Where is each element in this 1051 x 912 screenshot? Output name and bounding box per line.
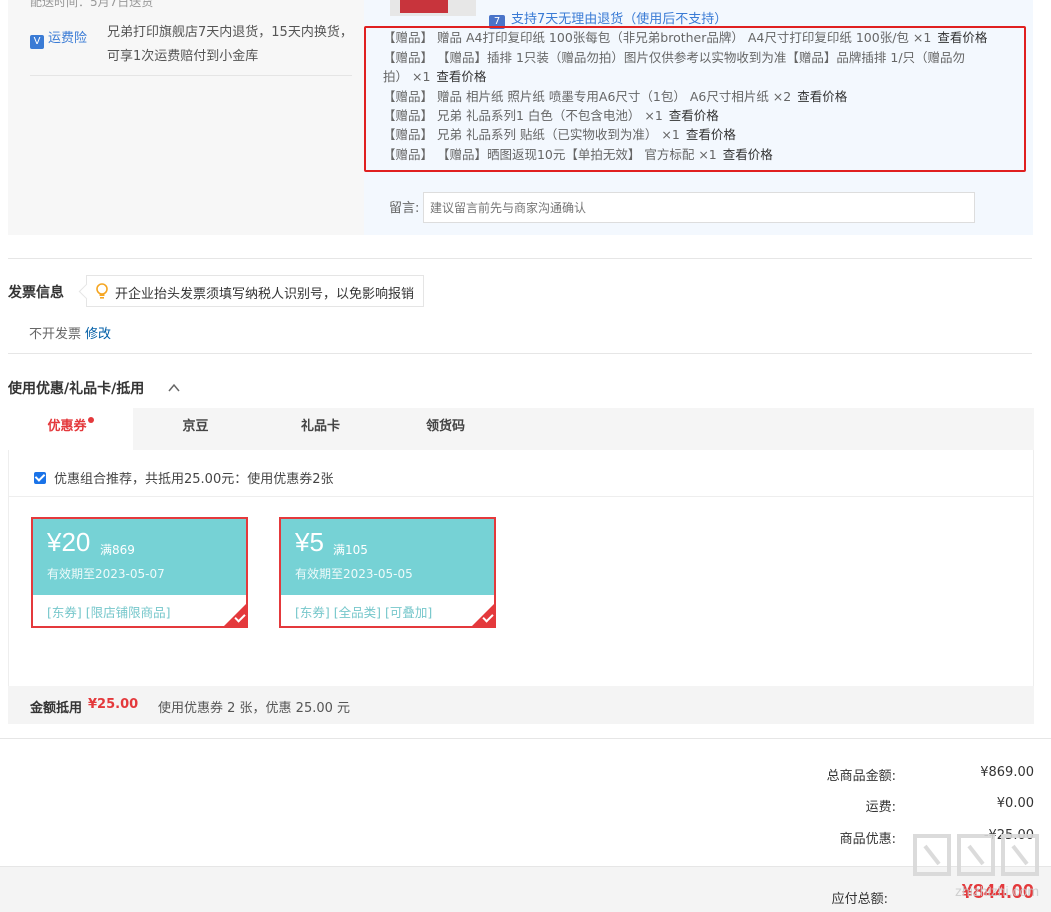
gift-item: 【赠品】 【赠品】晒图返现10元【单拍无效】 官方标配 ×1 查看价格: [383, 147, 773, 162]
freight-insurance-desc: 兄弟打印旗舰店7天内退货，15天内换货，可享1次运费赔付到小金库: [107, 25, 353, 64]
delivery-time: 配送时间：5月7日送货: [30, 0, 154, 9]
total-goods-label: 总商品金额:: [826, 769, 896, 784]
gift-item: 【赠品】 赠品 相片纸 照片纸 喷墨专用A6尺寸（1包） A6尺寸相片纸 ×2 查…: [383, 89, 848, 104]
tab-coupons[interactable]: 优惠券: [8, 408, 133, 450]
product-thumbnail[interactable]: [390, 0, 476, 16]
coupon-card[interactable]: ¥20 满869 有效期至2023-05-07 [东券] [限店铺限商品]: [31, 517, 248, 628]
combo-checkbox[interactable]: [34, 472, 46, 484]
invoice-title: 发票信息: [8, 285, 64, 301]
chevron-up-icon[interactable]: [167, 381, 181, 395]
notification-dot: [87, 417, 94, 423]
gift-item: 【赠品】 赠品 A4打印复印纸 100张每包（非兄弟brother品牌） A4尺…: [383, 30, 988, 45]
view-price-link[interactable]: 查看价格: [797, 89, 847, 104]
shipping-fee-value: ¥0.00: [996, 796, 1034, 811]
combo-text: 优惠组合推荐，共抵用25.00元：使用优惠券2张: [54, 472, 334, 487]
coupon-tags: [东券] [全品类] [可叠加]: [295, 605, 433, 620]
combo-recommendation[interactable]: 优惠组合推荐，共抵用25.00元：使用优惠券2张: [34, 468, 334, 487]
divider: [30, 75, 352, 76]
payable-bar: [0, 866, 1051, 912]
invoice-status: 不开发票: [29, 327, 82, 342]
message-label: 留言:: [389, 201, 420, 216]
divider: [8, 353, 1032, 354]
view-price-link[interactable]: 查看价格: [686, 127, 736, 142]
coupon-section-title: 使用优惠/礼品卡/抵用: [8, 381, 145, 397]
gift-item: 【赠品】 【赠品】插排 1只装（赠品勿拍）图片仅供参考以实物收到为准【赠品】品牌…: [383, 50, 966, 65]
v-shield-icon: V: [30, 35, 44, 49]
divider: [8, 258, 1032, 259]
watermark-text: zhizhizhi.com: [954, 883, 1039, 899]
view-price-link[interactable]: 查看价格: [436, 69, 486, 84]
coupon-summary-amount: ¥25.00: [88, 697, 139, 712]
lightbulb-icon: [96, 283, 108, 299]
return-policy-text: 支持7天无理由退货（使用后不支持）: [511, 12, 728, 27]
coupon-amount: ¥20: [47, 527, 91, 557]
coupon-tags: [东券] [限店铺限商品]: [47, 605, 171, 620]
invoice-tip: 开企业抬头发票须填写纳税人识别号，以免影响报销: [78, 275, 424, 307]
shipping-fee-label: 运费:: [865, 800, 896, 815]
divider: [8, 496, 1034, 497]
gift-list: 【赠品】 赠品 A4打印复印纸 100张每包（非兄弟brother品牌） A4尺…: [364, 26, 1026, 172]
coupon-validity: 有效期至2023-05-05: [295, 567, 413, 581]
total-goods-value: ¥869.00: [980, 765, 1034, 780]
freight-insurance-label: 运费险: [48, 31, 88, 46]
coupon-condition: 满869: [100, 543, 135, 557]
view-price-link[interactable]: 查看价格: [669, 108, 719, 123]
coupon-summary-label: 金额抵用: [30, 701, 83, 716]
gift-item: 【赠品】 兄弟 礼品系列 贴纸（已实物收到为准） ×1 查看价格: [383, 127, 736, 142]
invoice-edit-link[interactable]: 修改: [85, 323, 111, 342]
view-price-link[interactable]: 查看价格: [937, 30, 987, 45]
coupon-condition: 满105: [333, 543, 368, 557]
coupon-amount: ¥5: [295, 527, 324, 557]
tab-gift-card[interactable]: 礼品卡: [258, 408, 383, 450]
gift-item: 【赠品】 兄弟 礼品系列1 白色（不包含电池） ×1 查看价格: [383, 108, 719, 123]
zhi-watermark-icon: [913, 834, 1039, 876]
tab-pickup-code[interactable]: 领货码: [383, 408, 508, 450]
invoice-tip-text: 开企业抬头发票须填写纳税人识别号，以免影响报销: [115, 287, 415, 302]
gift-item: 拍） ×1 查看价格: [383, 69, 487, 84]
tab-jingdou[interactable]: 京豆: [133, 408, 258, 450]
discount-label: 商品优惠:: [839, 832, 896, 847]
coupon-tabs: 优惠券 京豆 礼品卡 领货码: [8, 408, 1034, 450]
message-input[interactable]: [423, 192, 975, 223]
coupon-validity: 有效期至2023-05-07: [47, 567, 165, 581]
freight-insurance-badge[interactable]: V 运费险: [30, 27, 87, 49]
coupon-card[interactable]: ¥5 满105 有效期至2023-05-05 [东券] [全品类] [可叠加]: [279, 517, 496, 628]
payable-label: 应付总额:: [831, 892, 888, 907]
divider: [0, 738, 1051, 739]
view-price-link[interactable]: 查看价格: [723, 147, 773, 162]
coupon-summary-desc: 使用优惠券 2 张，优惠 25.00 元: [158, 701, 351, 716]
